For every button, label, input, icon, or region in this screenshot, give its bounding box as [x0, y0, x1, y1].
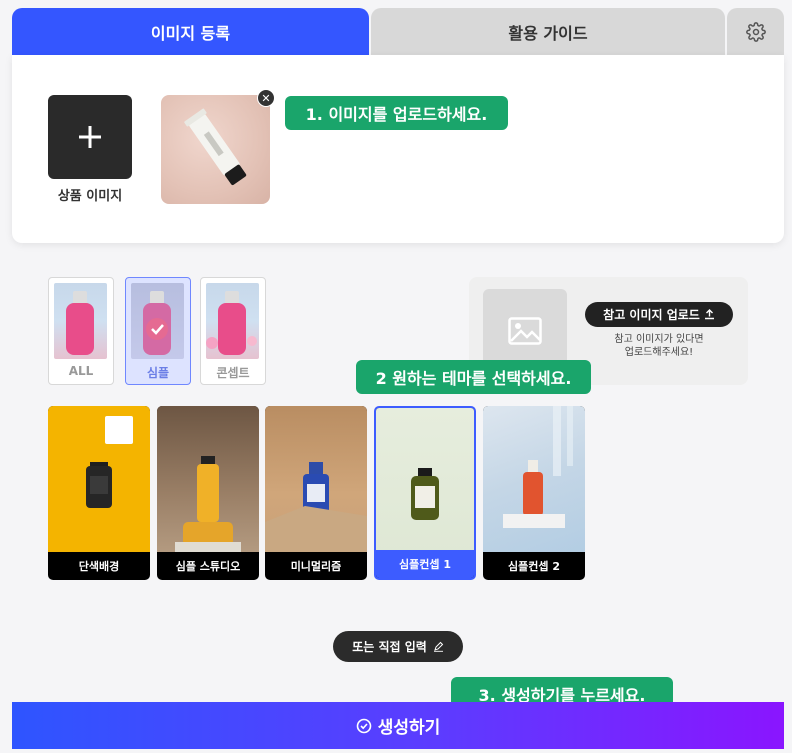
step1-callout: 1. 이미지를 업로드하세요. — [285, 96, 508, 130]
check-circle-icon — [356, 718, 372, 733]
step1-text: 1. 이미지를 업로드하세요. — [305, 105, 488, 124]
theme-filter-all[interactable]: ALL — [48, 277, 114, 385]
theme-card-simple-concept-2[interactable]: 심플컨셉 2 — [483, 406, 585, 580]
theme-card-solid-background-label: 단색배경 — [78, 560, 120, 573]
theme-card-simple-studio[interactable]: 심플 스튜디오 — [157, 406, 259, 580]
theme-card-simple-concept-2-label: 심플컨셉 2 — [508, 560, 560, 573]
theme-filter-simple[interactable]: 심플 — [125, 277, 191, 385]
theme-filter-concept-image — [206, 283, 259, 359]
theme-filter-simple-image — [131, 283, 184, 359]
uploaded-product-thumbnail[interactable] — [161, 95, 270, 204]
step2-callout: 2 원하는 테마를 선택하세요. — [356, 360, 591, 394]
direct-input-button[interactable]: 또는 직접 입력 — [333, 631, 463, 662]
tab-usage-guide-label: 활용 가이드 — [508, 23, 588, 43]
theme-card-simple-concept-1[interactable]: 심플컨셉 1 — [374, 406, 476, 580]
pencil-icon — [433, 641, 444, 652]
step2-text: 2 원하는 테마를 선택하세요. — [375, 369, 572, 388]
theme-card-simple-studio-label: 심플 스튜디오 — [175, 560, 241, 573]
theme-card-minimalism[interactable]: 미니멀리즘 — [265, 406, 367, 580]
tab-image-register-label: 이미지 등록 — [150, 23, 231, 43]
theme-card-simple-concept-1-image — [376, 408, 474, 554]
product-image-label: 상품 이미지 — [57, 189, 123, 204]
theme-filter-concept-label: 콘셉트 — [216, 366, 250, 380]
generate-button[interactable]: 생성하기 — [12, 702, 784, 749]
add-product-image-button[interactable] — [48, 95, 132, 179]
theme-card-solid-background[interactable]: 단색배경 — [48, 406, 150, 580]
settings-button[interactable] — [727, 8, 784, 55]
plus-icon — [79, 126, 101, 148]
theme-card-minimalism-label: 미니멀리즘 — [290, 560, 342, 573]
theme-filter-concept[interactable]: 콘셉트 — [200, 277, 266, 385]
theme-card-simple-concept-2-image — [483, 406, 585, 552]
theme-card-minimalism-image — [265, 406, 367, 552]
tube-product-image — [184, 108, 247, 185]
image-icon — [508, 317, 542, 345]
theme-filter-all-image — [54, 283, 107, 359]
theme-card-solid-background-image — [48, 406, 150, 552]
reference-upload-button[interactable]: 참고 이미지 업로드 — [585, 302, 733, 327]
reference-upload-label: 참고 이미지 업로드 — [603, 308, 700, 322]
tab-usage-guide[interactable]: 활용 가이드 — [371, 8, 725, 55]
theme-card-simple-studio-image — [157, 406, 259, 552]
generate-label: 생성하기 — [377, 718, 441, 738]
reference-hint: 참고 이미지가 있다면 업로드해주세요! — [585, 333, 733, 359]
reference-hint-line2: 업로드해주세요! — [624, 347, 694, 358]
upload-panel: 상품 이미지 ✕ — [12, 55, 784, 243]
theme-filter-simple-label: 심플 — [146, 366, 170, 380]
close-icon: ✕ — [261, 91, 271, 105]
reference-hint-line1: 참고 이미지가 있다면 — [614, 334, 704, 345]
gear-icon — [745, 21, 766, 42]
upload-icon — [704, 309, 714, 320]
theme-card-checkbox[interactable] — [105, 416, 133, 444]
theme-filter-all-label: ALL — [68, 364, 94, 378]
direct-input-label: 또는 직접 입력 — [352, 640, 427, 654]
tab-image-register[interactable]: 이미지 등록 — [12, 8, 369, 55]
theme-card-simple-concept-1-label: 심플컨셉 1 — [376, 550, 474, 578]
remove-image-button[interactable]: ✕ — [257, 89, 275, 107]
